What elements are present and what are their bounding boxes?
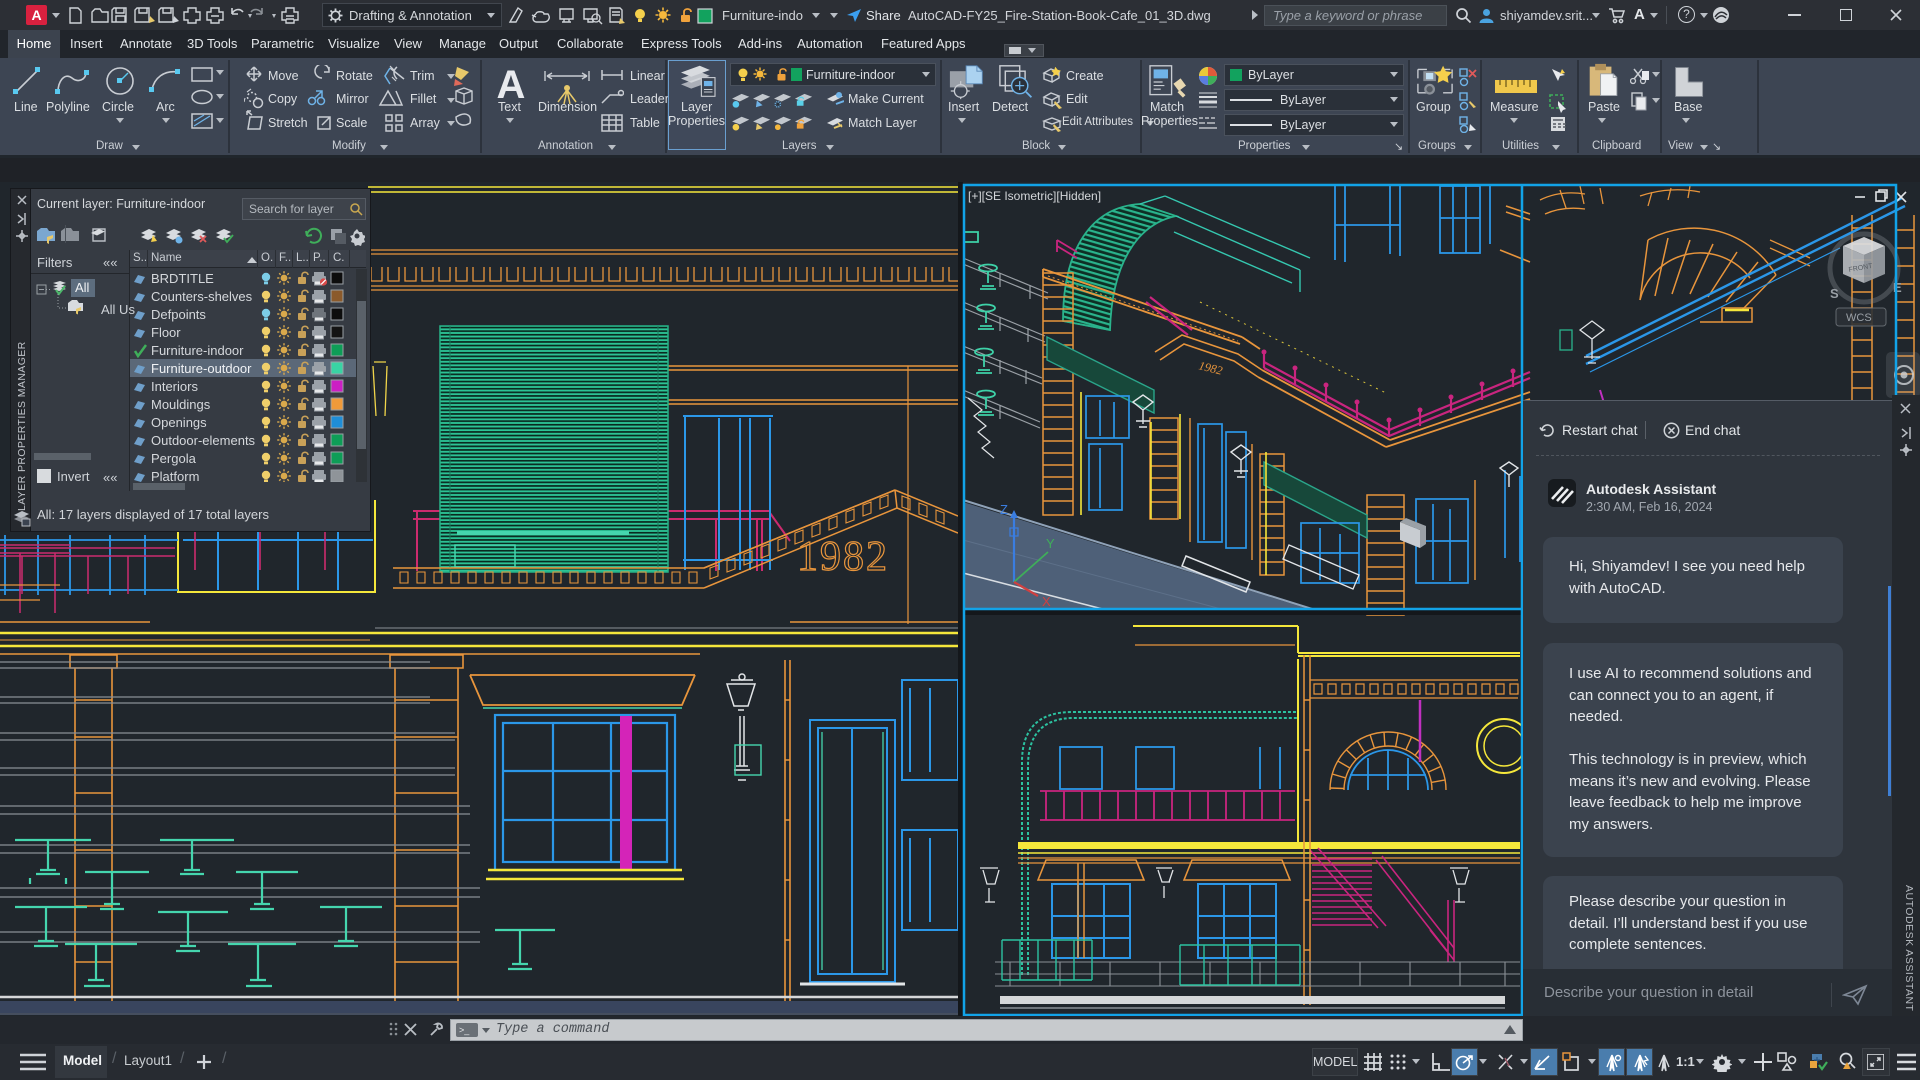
svg-text:X: X xyxy=(1042,594,1051,609)
svg-text:S: S xyxy=(1830,286,1839,301)
svg-text:!: ! xyxy=(1849,1065,1851,1071)
svg-text:WCS: WCS xyxy=(1846,312,1872,324)
svg-text:Z: Z xyxy=(1000,502,1008,517)
svg-text:1982: 1982 xyxy=(797,534,889,580)
svg-text:Y: Y xyxy=(1046,536,1055,551)
svg-text:LAYER PROPERTIES MANAGER: LAYER PROPERTIES MANAGER xyxy=(16,341,28,511)
svg-text:E: E xyxy=(1893,280,1902,295)
svg-text:[+][SE Isometric][Hidden]: [+][SE Isometric][Hidden] xyxy=(968,189,1101,203)
